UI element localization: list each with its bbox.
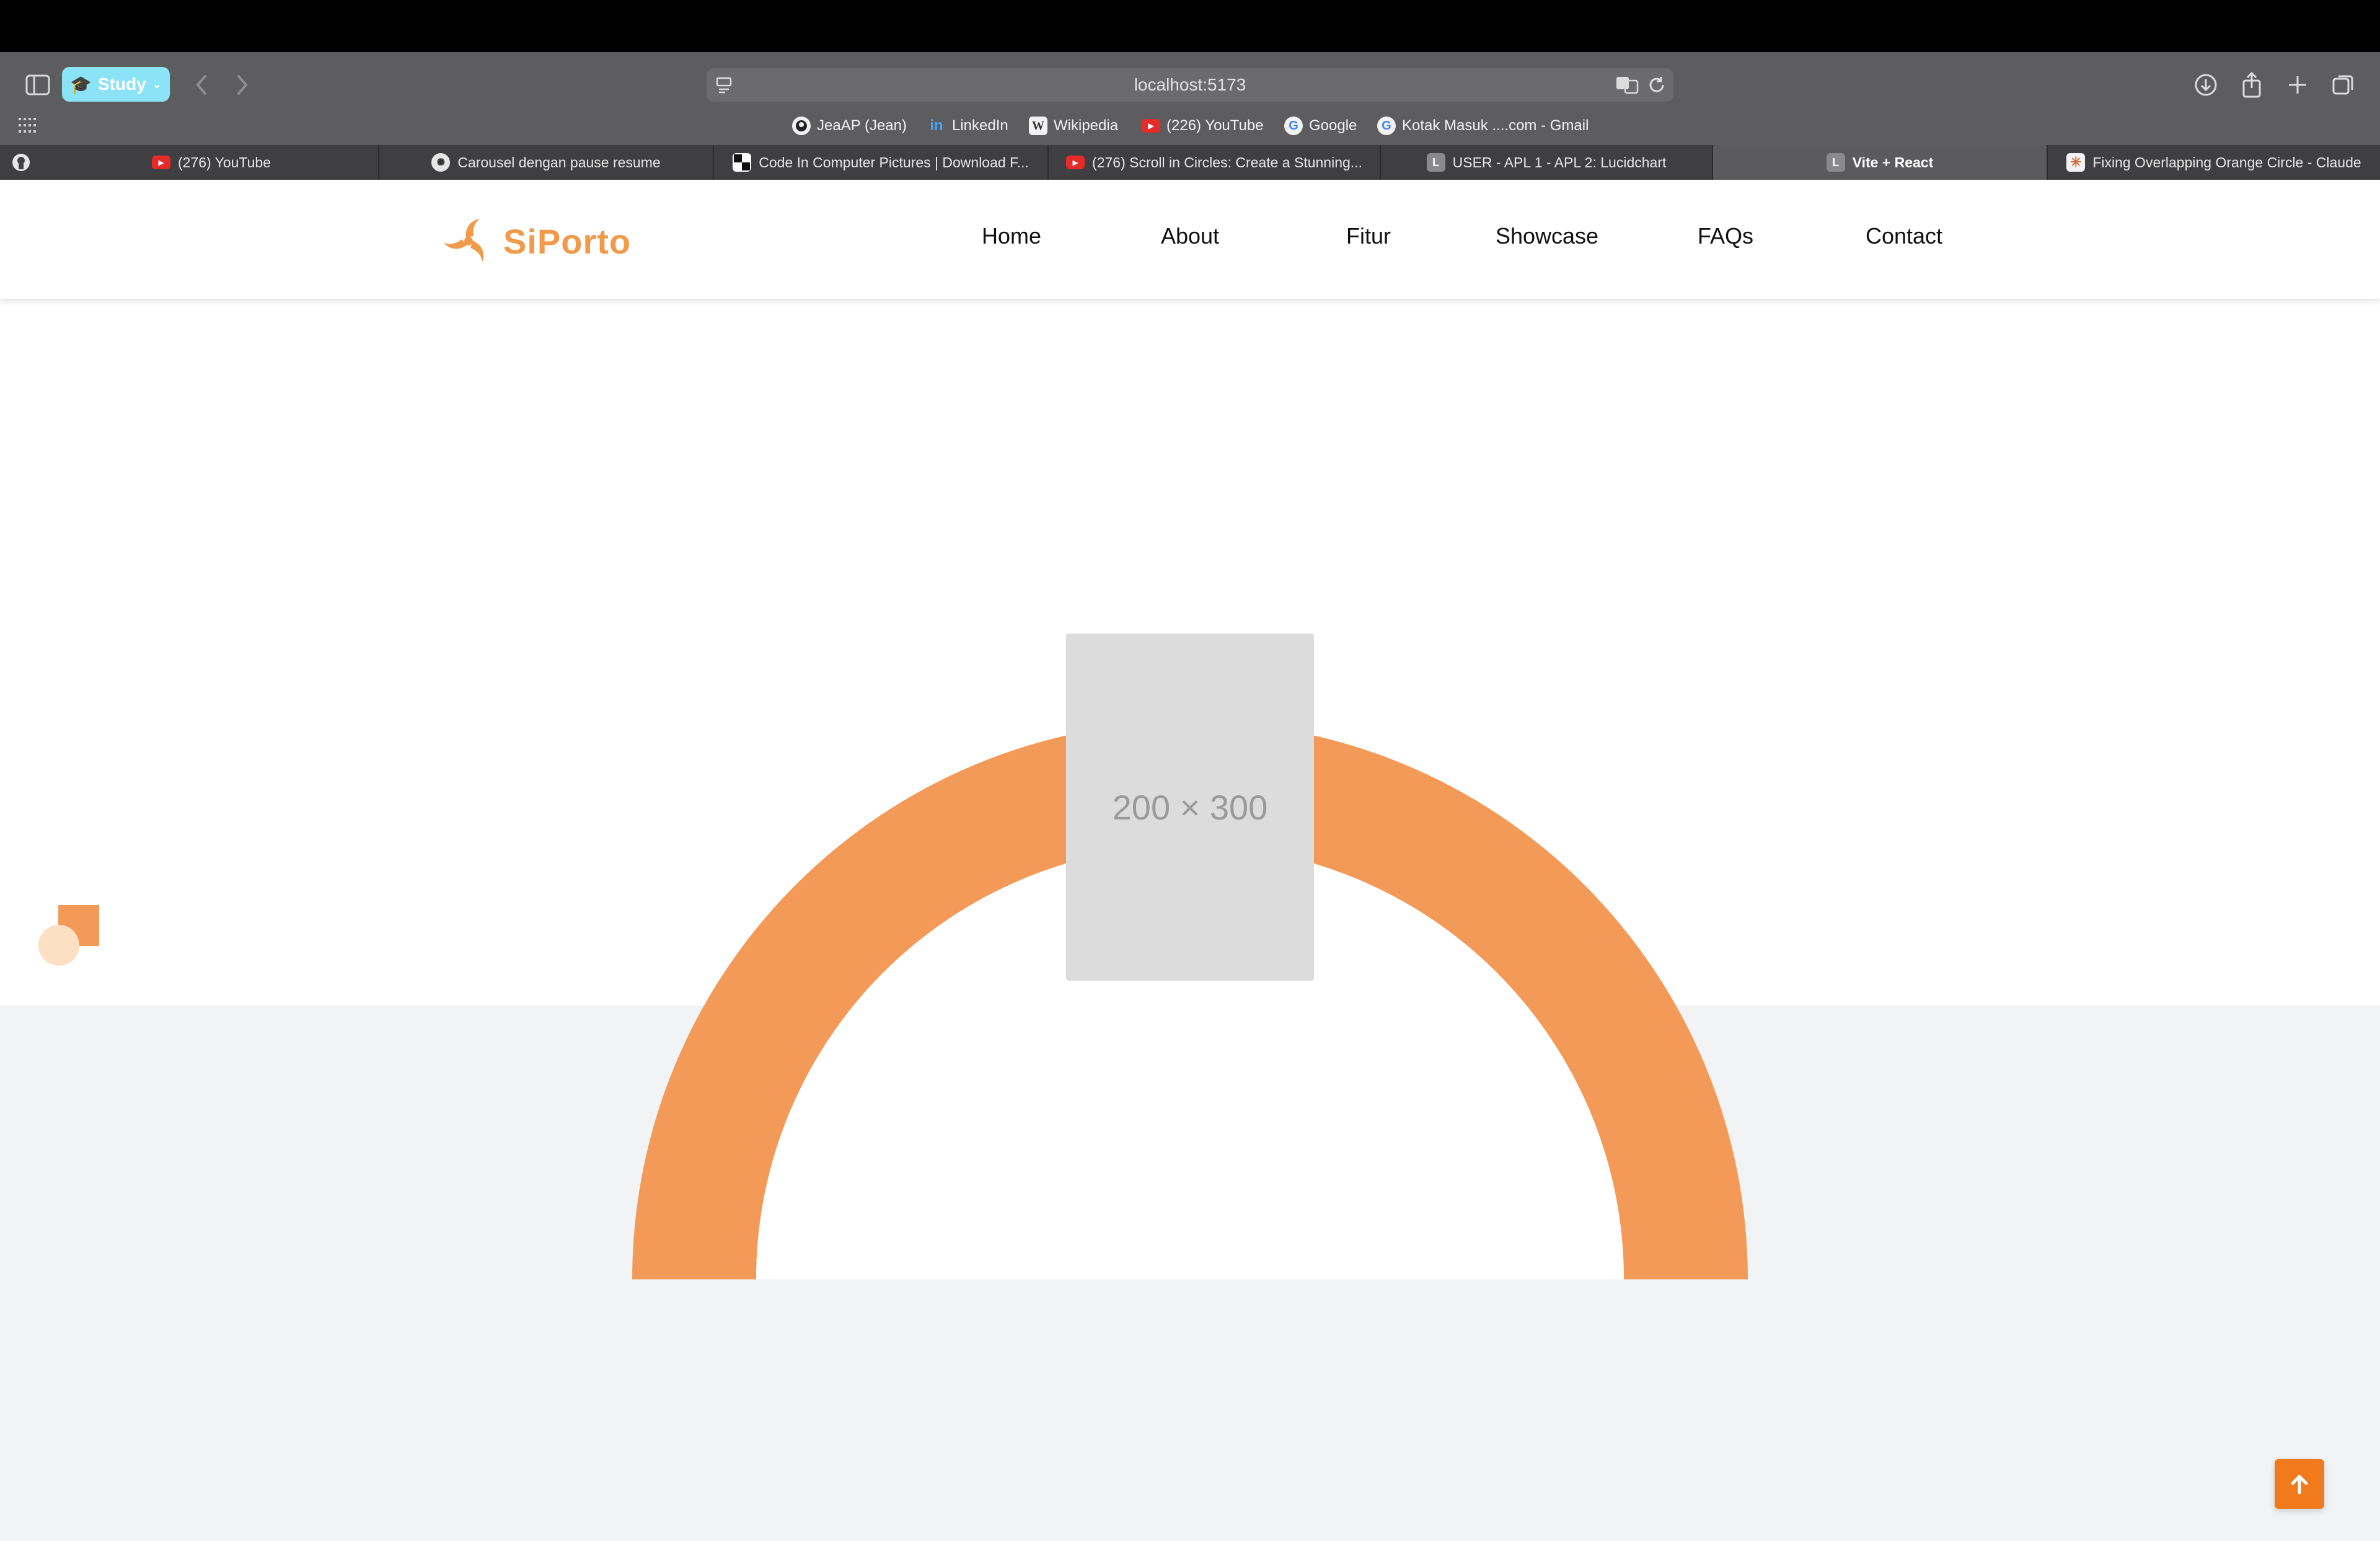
- downloads-icon[interactable]: [2190, 69, 2221, 100]
- linkedin-icon: in: [930, 117, 943, 134]
- bookmark-label: Google: [1309, 117, 1357, 134]
- github-icon: [12, 154, 30, 171]
- tab-vite-react[interactable]: L Vite + React: [1713, 145, 2048, 180]
- claude-icon: ✳: [2066, 153, 2086, 172]
- site-navbar: SiPorto Home About Fitur Showcase FAQs C…: [0, 180, 2380, 299]
- chatgpt-icon: ✺: [431, 153, 451, 172]
- chevron-down-icon: ⌄: [152, 77, 162, 91]
- decorative-circle: [38, 925, 79, 966]
- nav-faqs[interactable]: FAQs: [1698, 223, 1753, 249]
- screen-top-bar: [0, 0, 2380, 52]
- forward-button[interactable]: [227, 69, 258, 100]
- github-icon: [792, 117, 811, 135]
- bookmark-label: Wikipedia: [1054, 117, 1119, 134]
- profile-button[interactable]: 🎓 Study ⌄: [62, 67, 170, 102]
- tab-label: (276) YouTube: [177, 154, 271, 170]
- nav-showcase[interactable]: Showcase: [1496, 223, 1598, 249]
- nav-menu: Home About Fitur Showcase FAQs Contact: [0, 223, 2380, 260]
- tab-strip: ▶ (276) YouTube ✺ Carousel dengan pause …: [0, 145, 2380, 180]
- tab-label: USER - APL 1 - APL 2: Lucidchart: [1452, 154, 1667, 170]
- tab-code-pictures[interactable]: Code In Computer Pictures | Download F..…: [714, 145, 1049, 180]
- share-icon[interactable]: [2236, 69, 2267, 100]
- apps-grid-icon[interactable]: [19, 118, 36, 133]
- tab-overview-icon[interactable]: [2328, 69, 2359, 100]
- translate-icon[interactable]: [1615, 74, 1640, 95]
- bookmark-wikipedia[interactable]: W Wikipedia: [1029, 115, 1118, 136]
- youtube-icon: ▶: [151, 156, 170, 169]
- browser-toolbar: 🎓 Study ⌄ localhost:5173 JeaAP (Jean) in…: [0, 52, 2380, 145]
- tab-label: Code In Computer Pictures | Download F..…: [759, 154, 1029, 170]
- tab-claude[interactable]: ✳ Fixing Overlapping Orange Circle - Cla…: [2048, 145, 2380, 180]
- reload-icon[interactable]: [1646, 74, 1667, 95]
- youtube-icon: ▶: [1066, 156, 1085, 169]
- tab-label: Fixing Overlapping Orange Circle - Claud…: [2092, 154, 2361, 170]
- vite-icon: L: [1826, 153, 1845, 172]
- tab-scroll-circles[interactable]: ▶ (276) Scroll in Circles: Create a Stun…: [1049, 145, 1381, 180]
- sidebar-toggle-icon[interactable]: [24, 71, 52, 99]
- bookmark-label: LinkedIn: [952, 117, 1008, 134]
- pinned-tab-github[interactable]: [11, 152, 31, 172]
- placeholder-image: 200 × 300: [1066, 634, 1314, 981]
- scroll-to-top-button[interactable]: [2275, 1459, 2324, 1509]
- nav-home[interactable]: Home: [982, 223, 1041, 249]
- hero-section: 200 × 300: [0, 299, 2380, 1279]
- bookmark-label: (226) YouTube: [1166, 117, 1264, 134]
- graduation-cap-icon: 🎓: [70, 74, 92, 94]
- nav-fitur[interactable]: Fitur: [1346, 223, 1391, 249]
- tab-lucidchart[interactable]: L USER - APL 1 - APL 2: Lucidchart: [1381, 145, 1713, 180]
- new-tab-icon[interactable]: [2282, 69, 2313, 100]
- tab-label: Carousel dengan pause resume: [457, 154, 661, 170]
- youtube-icon: ▶: [1142, 119, 1160, 133]
- tab-label: Vite + React: [1852, 154, 1934, 170]
- page-menu-icon[interactable]: [715, 76, 734, 94]
- tab-youtube[interactable]: ▶ (276) YouTube: [45, 145, 379, 180]
- nav-contact[interactable]: Contact: [1866, 223, 1942, 249]
- bookmarks-bar: JeaAP (Jean) in LinkedIn W Wikipedia ▶ (…: [0, 112, 2380, 139]
- address-bar[interactable]: localhost:5173: [707, 68, 1673, 102]
- google-icon: G: [1284, 117, 1303, 135]
- placeholder-label: 200 × 300: [1112, 787, 1268, 827]
- freepik-icon: [733, 153, 752, 172]
- tab-label: (276) Scroll in Circles: Create a Stunni…: [1092, 154, 1362, 170]
- bookmark-google[interactable]: G Google: [1284, 115, 1357, 136]
- nav-about[interactable]: About: [1161, 223, 1219, 249]
- profile-label: Study: [98, 74, 146, 94]
- address-text: localhost:5173: [1134, 75, 1246, 94]
- bookmark-gmail[interactable]: G Kotak Masuk ....com - Gmail: [1377, 115, 1589, 136]
- lucidchart-icon: L: [1426, 153, 1445, 172]
- tab-carousel[interactable]: ✺ Carousel dengan pause resume: [379, 145, 714, 180]
- bookmark-label: JeaAP (Jean): [817, 117, 907, 134]
- bookmark-label: Kotak Masuk ....com - Gmail: [1402, 117, 1589, 134]
- bookmark-github[interactable]: JeaAP (Jean): [792, 115, 907, 136]
- bookmark-youtube[interactable]: ▶ (226) YouTube: [1142, 115, 1264, 136]
- back-button[interactable]: [186, 69, 217, 100]
- wikipedia-icon: W: [1029, 117, 1047, 135]
- arrow-up-icon: [2291, 1475, 2308, 1495]
- google-icon: G: [1377, 117, 1396, 135]
- bookmark-linkedin[interactable]: in LinkedIn: [927, 115, 1008, 136]
